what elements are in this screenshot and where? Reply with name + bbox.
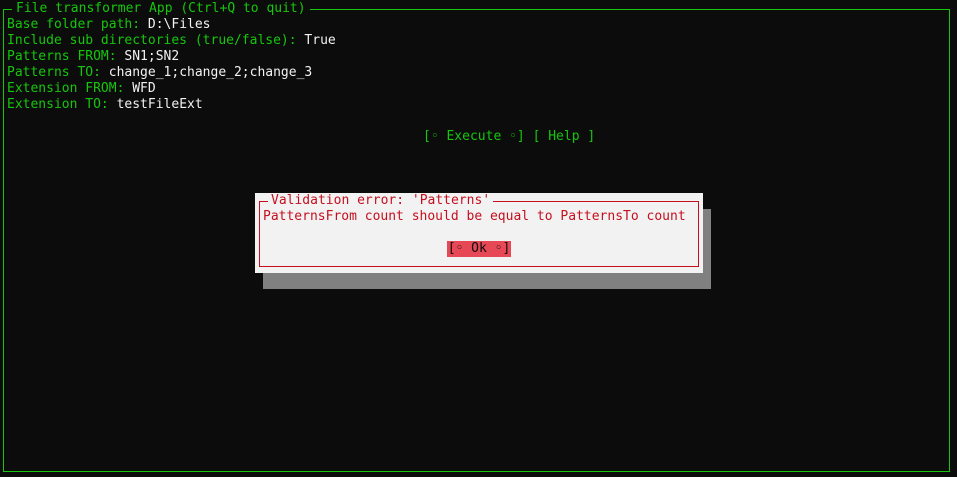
field-base-folder: Base folder path: D:\Files bbox=[7, 17, 336, 33]
base-folder-input[interactable]: D:\Files bbox=[148, 17, 211, 32]
patterns-from-input[interactable]: SN1;SN2 bbox=[124, 49, 179, 64]
dialog-message: PatternsFrom count should be equal to Pa… bbox=[263, 209, 686, 224]
field-patterns-from: Patterns FROM: SN1;SN2 bbox=[7, 49, 336, 65]
help-button[interactable]: [ Help ] bbox=[533, 129, 596, 144]
field-label: Extension TO: bbox=[7, 97, 109, 112]
field-label: Base folder path: bbox=[7, 17, 141, 32]
dialog-title: Validation error: 'Patterns' bbox=[268, 193, 494, 209]
action-bar: [◦ Execute ◦] [ Help ] bbox=[423, 129, 595, 145]
patterns-to-input[interactable]: change_1;change_2;change_3 bbox=[109, 65, 313, 80]
window-title: File transformer App (Ctrl+Q to quit) bbox=[12, 1, 310, 17]
include-subdirs-input[interactable]: True bbox=[304, 33, 335, 48]
field-label: Patterns TO: bbox=[7, 65, 101, 80]
field-extension-from: Extension FROM: WFD bbox=[7, 81, 336, 97]
field-extension-to: Extension TO: testFileExt bbox=[7, 97, 336, 113]
settings-form: Base folder path: D:\Files Include sub d… bbox=[7, 17, 336, 113]
validation-error-dialog: Validation error: 'Patterns' PatternsFro… bbox=[255, 193, 703, 273]
field-include-subdirs: Include sub directories (true/false): Tr… bbox=[7, 33, 336, 49]
field-label: Include sub directories (true/false): bbox=[7, 33, 297, 48]
extension-from-input[interactable]: WFD bbox=[132, 81, 155, 96]
field-patterns-to: Patterns TO: change_1;change_2;change_3 bbox=[7, 65, 336, 81]
execute-button[interactable]: [◦ Execute ◦] bbox=[423, 129, 525, 144]
field-label: Extension FROM: bbox=[7, 81, 125, 96]
extension-to-input[interactable]: testFileExt bbox=[117, 97, 203, 112]
field-label: Patterns FROM: bbox=[7, 49, 117, 64]
ok-button[interactable]: [◦ Ok ◦] bbox=[447, 241, 511, 257]
